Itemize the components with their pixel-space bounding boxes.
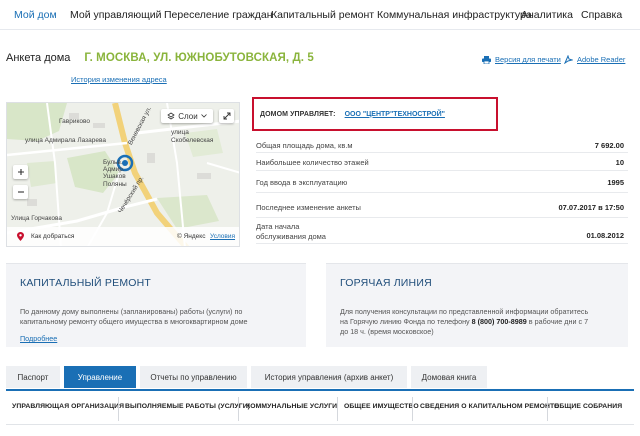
info-row-floors: Наибольшее количество этажей 10 bbox=[256, 153, 628, 171]
info-value: 7 692.00 bbox=[594, 141, 624, 150]
info-key: Дата начала обслуживания дома bbox=[256, 222, 326, 241]
tab-house-book[interactable]: Домовая книга bbox=[411, 366, 487, 388]
subtab-works-services[interactable]: ВЫПОЛНЯЕМЫЕ РАБОТЫ (УСЛУГИ) bbox=[125, 403, 250, 410]
map-label-adm-lazareva: улица Адмирала Лазарева bbox=[25, 137, 106, 144]
top-navigation: Мой дом Мой управляющий Переселение граж… bbox=[0, 0, 640, 30]
info-key: Год ввода в эксплуатацию bbox=[256, 178, 348, 187]
expand-icon bbox=[223, 112, 230, 120]
info-key: Последнее изменение анкеты bbox=[256, 203, 361, 212]
nav-item-capital-repair[interactable]: Капитальный ремонт bbox=[271, 9, 374, 21]
plus-icon bbox=[17, 169, 24, 175]
hotline-text: Для получения консультации по представле… bbox=[340, 307, 588, 337]
subtab-common-property[interactable]: ОБЩЕЕ ИМУЩЕСТВО bbox=[344, 403, 419, 410]
hotline-text-line: до 18 ч. (время московское) bbox=[340, 327, 434, 336]
address-history-link[interactable]: История изменения адреса bbox=[71, 75, 167, 84]
info-row-last-change: Последнее изменение анкеты 07.07.2017 в … bbox=[256, 193, 628, 218]
capital-repair-more-link[interactable]: Подробнее bbox=[20, 334, 57, 343]
info-key: Общая площадь дома, кв.м bbox=[256, 141, 353, 150]
info-value: 1995 bbox=[607, 178, 624, 187]
map-terms-link[interactable]: Условия bbox=[210, 233, 235, 240]
subtab-divider bbox=[547, 397, 548, 421]
subtab-capital-repair-info[interactable]: СВЕДЕНИЯ О КАПИТАЛЬНОМ РЕМОНТЕ bbox=[420, 403, 559, 410]
map-label-goricheva: Улица Горчакова bbox=[11, 215, 62, 222]
info-value: 01.08.2012 bbox=[586, 231, 624, 240]
info-row-area: Общая площадь дома, кв.м 7 692.00 bbox=[256, 137, 628, 153]
adobe-reader-label: Adobe Reader bbox=[577, 55, 626, 64]
hotline-card: ГОРЯЧАЯ ЛИНИЯ Для получения консультации… bbox=[326, 263, 628, 347]
layers-icon bbox=[167, 112, 175, 120]
nav-item-help[interactable]: Справка bbox=[581, 9, 622, 21]
capital-repair-text: По данному дому выполнены (запланированы… bbox=[20, 307, 248, 327]
manager-link[interactable]: ООО "ЦЕНТР"ТЕХНОСТРОЙ" bbox=[345, 111, 445, 118]
hotline-phone: 8 (800) 700-8989 bbox=[471, 317, 527, 326]
subtab-divider bbox=[238, 397, 239, 421]
info-key: Наибольшее количество этажей bbox=[256, 158, 369, 167]
management-subtabs: УПРАВЛЯЮЩАЯ ОРГАНИЗАЦИЯ ВЫПОЛНЯЕМЫЕ РАБО… bbox=[6, 389, 634, 425]
nav-item-resettlement[interactable]: Переселение граждан bbox=[164, 9, 273, 21]
capital-repair-text-line: капитальному ремонту общего имущества в … bbox=[20, 317, 248, 326]
hotline-text-part: на Горячую линию Фонда по телефону bbox=[340, 317, 472, 326]
house-address: Г. МОСКВА, УЛ. ЮЖНОБУТОВСКАЯ, Д. 5 bbox=[84, 52, 314, 64]
hotline-title: ГОРЯЧАЯ ЛИНИЯ bbox=[340, 277, 432, 289]
map-fullscreen-button[interactable] bbox=[219, 109, 234, 123]
subtab-management-org[interactable]: УПРАВЛЯЮЩАЯ ОРГАНИЗАЦИЯ bbox=[12, 403, 124, 410]
subtab-divider bbox=[412, 397, 413, 421]
map-yandex-copyright: © Яндекс bbox=[177, 233, 206, 240]
map-footer: Как добраться © Яндекс Условия bbox=[7, 227, 239, 246]
hotline-text-part: в рабочие дни с 7 bbox=[526, 317, 589, 326]
nav-item-my-manager[interactable]: Мой управляющий bbox=[70, 9, 162, 21]
tab-management[interactable]: Управление bbox=[64, 366, 136, 388]
location-pin-icon bbox=[17, 232, 24, 241]
info-value: 07.07.2017 в 17:50 bbox=[558, 203, 625, 212]
map-label-skobelevskaya: улица Скобелевская bbox=[171, 129, 214, 144]
adobe-reader-icon bbox=[564, 55, 573, 64]
map-label-bulvar: Бульв. Адмир. Ушаков bbox=[103, 159, 126, 180]
subtab-divider bbox=[118, 397, 119, 421]
manager-box: ДОМОМ УПРАВЛЯЕТ: ООО "ЦЕНТР"ТЕХНОСТРОЙ" bbox=[252, 97, 498, 131]
capital-repair-title: КАПИТАЛЬНЫЙ РЕМОНТ bbox=[20, 277, 152, 289]
chevron-down-icon bbox=[200, 114, 207, 118]
map-zoom-in-button[interactable] bbox=[13, 165, 28, 179]
minus-icon bbox=[17, 191, 24, 193]
print-version-link[interactable]: Версия для печати bbox=[482, 55, 561, 64]
subtab-divider bbox=[337, 397, 338, 421]
map-label-gavrikovo: Гавриково bbox=[59, 118, 90, 125]
map-label-polyany: Поляны bbox=[103, 181, 127, 188]
nav-item-analytics[interactable]: Аналитика bbox=[521, 9, 573, 21]
printer-icon bbox=[482, 55, 491, 64]
subtab-general-meetings[interactable]: ОБЩИЕ СОБРАНИЯ bbox=[554, 403, 622, 410]
print-version-label: Версия для печати bbox=[495, 55, 561, 64]
manager-key: ДОМОМ УПРАВЛЯЕТ: bbox=[260, 110, 336, 118]
hotline-text-line: Для получения консультации по представле… bbox=[340, 307, 589, 316]
page-heading: Анкета дома Г. МОСКВА, УЛ. ЮЖНОБУТОВСКАЯ… bbox=[6, 52, 314, 64]
info-row-year: Год ввода в эксплуатацию 1995 bbox=[256, 171, 628, 193]
map-route-link[interactable]: Как добраться bbox=[31, 233, 74, 240]
map-layers-label: Слои bbox=[178, 111, 198, 121]
tab-management-history[interactable]: История управления (архив анкет) bbox=[251, 366, 407, 388]
map-layers-button[interactable]: Слои bbox=[161, 109, 213, 123]
nav-item-my-house[interactable]: Мой дом bbox=[14, 9, 57, 21]
adobe-reader-link[interactable]: Adobe Reader bbox=[564, 55, 625, 64]
hotline-text-line: на Горячую линию Фонда по телефону 8 (80… bbox=[340, 317, 588, 327]
capital-repair-card: КАПИТАЛЬНЫЙ РЕМОНТ По данному дому выпол… bbox=[6, 263, 306, 347]
tab-passport[interactable]: Паспорт bbox=[6, 366, 60, 388]
info-value: 10 bbox=[615, 158, 624, 167]
map-zoom-out-button[interactable] bbox=[13, 185, 28, 199]
tab-management-reports[interactable]: Отчеты по управлению bbox=[140, 366, 247, 388]
subtab-utility-services[interactable]: КОММУНАЛЬНЫЕ УСЛУГИ bbox=[246, 403, 337, 410]
house-map[interactable]: Гавриково улица Адмирала Лазарева улица … bbox=[6, 102, 240, 247]
house-tabs: Паспорт Управление Отчеты по управлению … bbox=[6, 366, 634, 388]
capital-repair-text-line: По данному дому выполнены (запланированы… bbox=[20, 307, 243, 316]
info-row-service-start: Дата начала обслуживания дома 01.08.2012 bbox=[256, 218, 628, 244]
nav-item-utilities[interactable]: Коммунальная инфраструктура bbox=[377, 9, 532, 21]
page-title: Анкета дома bbox=[6, 52, 71, 64]
